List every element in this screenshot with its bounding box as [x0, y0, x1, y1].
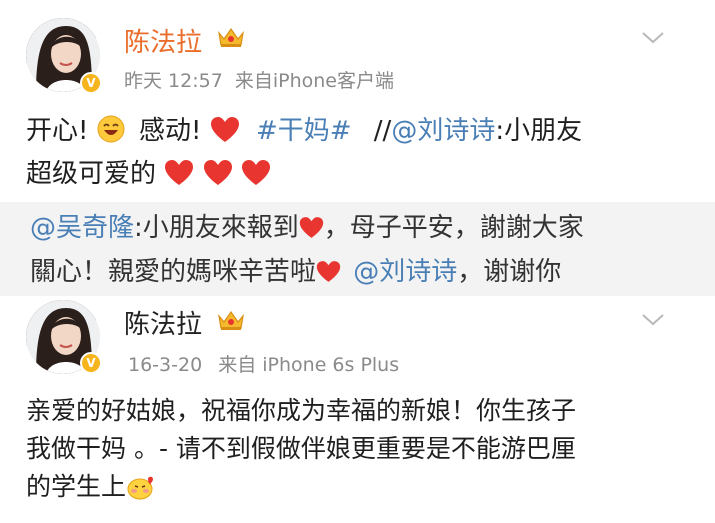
- mention-link[interactable]: @吴奇隆: [30, 213, 134, 243]
- retweet-block[interactable]: @吴奇隆:小朋友來報到 ，母子平安，謝謝大家 關心！親愛的媽咪辛苦啦 @刘诗诗，谢…: [0, 202, 715, 300]
- author-name[interactable]: 陈法拉: [124, 22, 202, 59]
- post-content: 亲爱的好姑娘，祝福你成为幸福的新娘！你生孩子 我做干妈 。- 请不到假做伴娘更重…: [26, 392, 695, 506]
- content-line-2: 我做干妈 。- 请不到假做伴娘更重要是不能游巴厘: [26, 434, 576, 463]
- verified-v-icon: V: [80, 352, 102, 374]
- red-heart-icon: [241, 160, 270, 185]
- post-time: 昨天 12:57: [124, 70, 223, 92]
- chevron-down-icon[interactable]: [640, 312, 666, 328]
- content-line-2: 超级可爱的: [26, 153, 695, 196]
- weibo-post-2: V 陈法拉 16-3-20 来自 iPhone 6s Plus 亲爱的好姑娘，祝…: [0, 296, 715, 523]
- retweet-line-1: @吴奇隆:小朋友來報到 ，母子平安，謝謝大家: [30, 213, 584, 243]
- smiling-face-emoji-icon: [97, 115, 125, 143]
- red-heart-icon: [203, 160, 232, 185]
- post-content: 开心! 感动! #干妈# //@刘诗诗:小朋友 超级可爱的: [26, 110, 695, 196]
- verified-v-icon: V: [80, 72, 102, 94]
- content-line-1: 开心! 感动! #干妈# //@刘诗诗:小朋友: [26, 115, 583, 146]
- shy-face-emoji-icon: [127, 476, 154, 500]
- post-source[interactable]: 来自iPhone客户端: [235, 70, 394, 92]
- crown-icon: [218, 27, 244, 47]
- red-heart-icon: [299, 217, 323, 238]
- red-heart-icon: [165, 160, 194, 185]
- post-meta: 16-3-20 来自 iPhone 6s Plus: [128, 350, 399, 377]
- post-source[interactable]: 来自 iPhone 6s Plus: [218, 354, 399, 376]
- weibo-post-1: V 陈法拉 昨天 12:57 来自iPhone客户端 开心! 感动! #干妈# …: [0, 0, 715, 300]
- post-time: 16-3-20: [128, 354, 203, 376]
- post-meta: 昨天 12:57 来自iPhone客户端: [124, 66, 394, 93]
- red-heart-icon: [210, 117, 239, 142]
- retweet-content: @吴奇隆:小朋友來報到 ，母子平安，謝謝大家 關心！親愛的媽咪辛苦啦 @刘诗诗，谢…: [30, 206, 705, 294]
- hashtag-link[interactable]: #干妈#: [256, 116, 352, 146]
- author-name[interactable]: 陈法拉: [124, 304, 202, 341]
- content-line-3: 的学生上: [26, 468, 695, 506]
- content-line-1: 亲爱的好姑娘，祝福你成为幸福的新娘！你生孩子: [26, 396, 577, 425]
- mention-link[interactable]: @刘诗诗: [353, 257, 457, 287]
- red-heart-icon: [316, 261, 341, 282]
- mention-link[interactable]: @刘诗诗: [391, 116, 495, 146]
- crown-icon: [218, 310, 244, 330]
- retweet-line-2: 關心！親愛的媽咪辛苦啦 @刘诗诗，谢谢你: [30, 257, 562, 287]
- chevron-down-icon[interactable]: [640, 30, 666, 46]
